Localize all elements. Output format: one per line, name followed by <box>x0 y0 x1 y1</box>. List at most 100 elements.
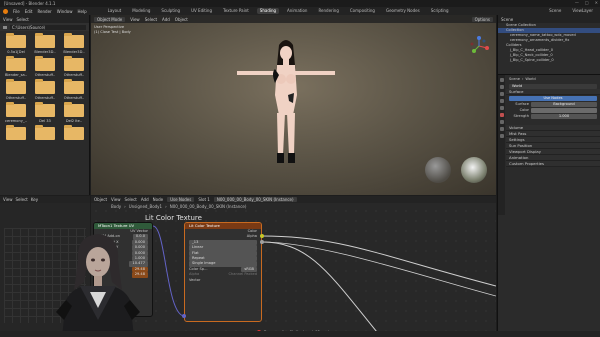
properties-editor: Scene › World World Surface Use Nodes Su… <box>498 75 600 337</box>
section-custom-properties[interactable]: Custom Properties <box>506 161 600 167</box>
status-bar <box>0 331 600 337</box>
tab-sculpting[interactable]: Sculpting <box>158 8 183 14</box>
options-button[interactable]: Options <box>471 16 493 22</box>
scene-selector[interactable]: Scene <box>546 8 564 14</box>
blender-logo-icon[interactable] <box>3 8 8 14</box>
strength-field[interactable]: 1.000 <box>531 113 597 119</box>
node-editor[interactable]: Object View Select Add Node Use Nodes Sl… <box>91 196 496 337</box>
tab-animation[interactable]: Animation <box>284 8 310 14</box>
tab-uv-editing[interactable]: UV Editing <box>188 8 215 14</box>
folder-icon <box>6 79 26 94</box>
folder-item[interactable]: Del 33 <box>32 102 58 123</box>
viewport-info: User Perspective (1) Close Test | Body <box>94 25 131 35</box>
active-object-label: (1) Close Test | Body <box>94 30 131 34</box>
menu-render[interactable]: Render <box>37 9 51 14</box>
ge-menu-view[interactable]: View <box>3 197 13 202</box>
physics-tab-icon[interactable] <box>499 134 504 138</box>
outliner-item[interactable]: j_Bip_C_Spine_collider_0 <box>498 58 600 63</box>
node-lit-color-texture[interactable]: Lit Color Texture Color Alpha _13 Linear… <box>184 222 262 322</box>
folder-item[interactable]: Otherstuff.. <box>61 56 87 77</box>
folder-item[interactable]: Blender_sa.. <box>3 56 29 77</box>
tab-scripting[interactable]: Scripting <box>428 8 452 14</box>
vp-menu-add[interactable]: Add <box>162 17 170 22</box>
alpha-mode-dropdown[interactable]: Channel Packed <box>228 272 257 277</box>
output-tab-icon[interactable] <box>499 92 504 96</box>
properties-body: Scene › World World Surface Use Nodes Su… <box>506 75 600 167</box>
folder-item[interactable] <box>32 125 58 142</box>
tool-tab-icon[interactable] <box>499 78 504 82</box>
view-layer-selector[interactable]: ViewLayer <box>569 8 596 14</box>
3d-viewport[interactable]: Object Mode View Select Add Object Optio… <box>91 15 496 195</box>
tab-shading[interactable]: Shading <box>256 8 280 14</box>
folder-item[interactable]: Otherstuff.. <box>3 79 29 100</box>
folder-item[interactable]: Otherstuff.. <box>61 79 87 100</box>
color-socket[interactable] <box>260 234 264 238</box>
folder-icon <box>35 33 55 48</box>
vp-menu-select[interactable]: Select <box>145 17 157 22</box>
folder-item[interactable]: Blender3D.. <box>32 33 58 54</box>
character-model[interactable] <box>231 35 341 175</box>
view-layer-tab-icon[interactable] <box>499 99 504 103</box>
fb-menu-select[interactable]: Select <box>17 17 29 22</box>
menu-edit[interactable]: Edit <box>25 9 33 14</box>
folder-item[interactable] <box>61 125 87 142</box>
world-selector[interactable]: World <box>509 83 597 89</box>
interpolation-dropdown[interactable]: Linear <box>189 245 257 251</box>
folder-grid: 0.5a1[Del Blender3D.. Blender3D.. Blende… <box>0 31 89 146</box>
folder-icon <box>3 25 7 29</box>
menu-file[interactable]: File <box>13 9 20 14</box>
graph-editor-header: View Select Key <box>0 196 90 203</box>
breadcrumb-world: World <box>525 77 536 81</box>
ge-menu-key[interactable]: Key <box>31 197 38 202</box>
menu-bar: File Edit Render Window Help Layout Mode… <box>0 7 600 15</box>
properties-breadcrumb: Scene › World <box>509 77 536 81</box>
tab-layout[interactable]: Layout <box>105 8 125 14</box>
scene-tab-icon[interactable] <box>499 106 504 110</box>
right-panel: Scene Scene Collection Collection ceremo… <box>497 15 600 337</box>
fb-menu-view[interactable]: View <box>3 17 13 22</box>
gizmo-axis-icon[interactable] <box>468 35 490 57</box>
folder-item[interactable]: Blender3D.. <box>61 33 87 54</box>
menu-help[interactable]: Help <box>77 9 86 14</box>
folder-icon <box>64 79 84 94</box>
menu-window[interactable]: Window <box>57 9 73 14</box>
folder-item[interactable]: Otherstuff.. <box>32 56 58 77</box>
alpha-socket[interactable] <box>260 240 264 244</box>
vector-socket[interactable] <box>182 314 186 318</box>
folder-item[interactable]: ceremony_.. <box>3 102 29 123</box>
folder-item[interactable]: 0.5a1[Del <box>3 33 29 54</box>
tab-compositing[interactable]: Compositing <box>347 8 378 14</box>
minimize-button[interactable]: — <box>575 0 579 5</box>
world-tab-icon[interactable] <box>499 113 504 117</box>
vp-menu-object[interactable]: Object <box>175 17 188 22</box>
tab-modeling[interactable]: Modeling <box>129 8 153 14</box>
folder-item[interactable]: Del2 Ite.. <box>61 102 87 123</box>
file-browser-header: View Select <box>0 15 89 23</box>
tab-texture-paint[interactable]: Texture Paint <box>220 8 252 14</box>
folder-icon <box>6 125 26 140</box>
color-swatch[interactable] <box>531 107 597 113</box>
path-field[interactable]: C:\Users\Source\ <box>10 24 86 30</box>
object-tab-icon[interactable] <box>499 120 504 124</box>
matcap-sphere <box>425 157 451 183</box>
surface-shader-field[interactable]: Background <box>531 101 597 107</box>
folder-icon <box>6 33 26 48</box>
tab-rendering[interactable]: Rendering <box>315 8 341 14</box>
folder-icon <box>64 125 84 140</box>
modifier-tab-icon[interactable] <box>499 127 504 131</box>
maximize-button[interactable]: □ <box>585 0 589 5</box>
folder-icon <box>6 56 26 71</box>
mode-selector[interactable]: Object Mode <box>94 16 126 22</box>
ge-menu-select[interactable]: Select <box>16 197 28 202</box>
render-tab-icon[interactable] <box>499 85 504 89</box>
folder-item[interactable]: Otherstuff.. <box>32 79 58 100</box>
close-button[interactable]: ✕ <box>595 0 598 5</box>
outliner-scene-label: Scene <box>501 16 514 22</box>
file-path-bar: C:\Users\Source\ <box>0 23 89 31</box>
vp-menu-view[interactable]: View <box>130 17 140 22</box>
folder-item[interactable] <box>3 125 29 142</box>
use-nodes-button[interactable]: Use Nodes <box>509 95 597 101</box>
node-input-vector: Vector <box>189 277 201 282</box>
tab-geometry-nodes[interactable]: Geometry Nodes <box>383 8 423 14</box>
folder-icon <box>35 125 55 140</box>
